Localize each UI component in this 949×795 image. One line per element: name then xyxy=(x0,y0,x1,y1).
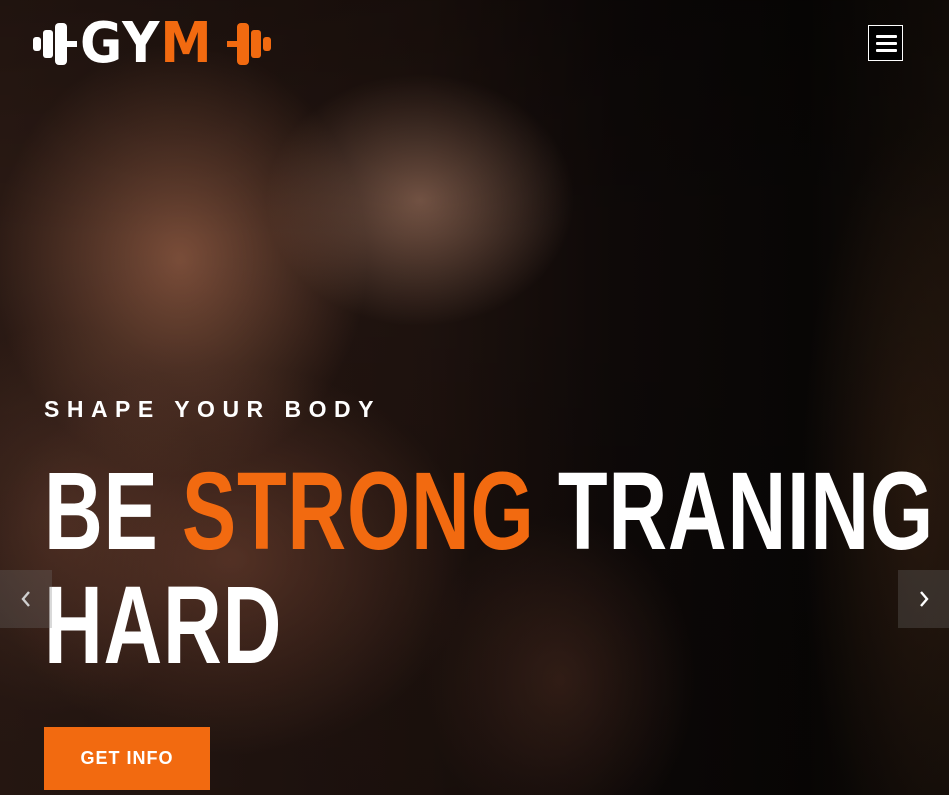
logo-wordmark: GYM xyxy=(80,16,213,72)
hero-headline: BE STRONG TRANING HARD xyxy=(44,455,933,687)
headline-word-be: BE xyxy=(44,450,159,573)
hero-slider: GYM SHAPE YOUR BODY BE STRONG TRANING HA… xyxy=(0,0,949,795)
chevron-left-icon xyxy=(21,591,30,607)
menu-bar xyxy=(876,49,897,52)
menu-bar xyxy=(876,35,897,38)
dumbbell-left-icon xyxy=(33,23,77,65)
menu-bar xyxy=(876,42,897,45)
hero-kicker: SHAPE YOUR BODY xyxy=(44,396,382,422)
hamburger-menu-icon[interactable] xyxy=(868,25,903,61)
logo-text-gy: GY xyxy=(80,11,161,76)
chevron-right-icon xyxy=(919,591,929,607)
headline-line-2: HARD xyxy=(44,564,283,687)
logo-text-m: M xyxy=(160,11,213,76)
headline-line-1: BE STRONG TRANING xyxy=(44,455,933,569)
headline-word-strong: STRONG xyxy=(181,450,535,573)
get-info-button[interactable]: GET INFO xyxy=(44,727,210,790)
slider-prev-button[interactable] xyxy=(0,570,52,628)
dumbbell-right-icon xyxy=(227,23,272,65)
slider-next-button[interactable] xyxy=(898,570,949,628)
headline-word-traning: TRANING xyxy=(557,450,934,573)
site-logo[interactable]: GYM xyxy=(33,16,272,72)
